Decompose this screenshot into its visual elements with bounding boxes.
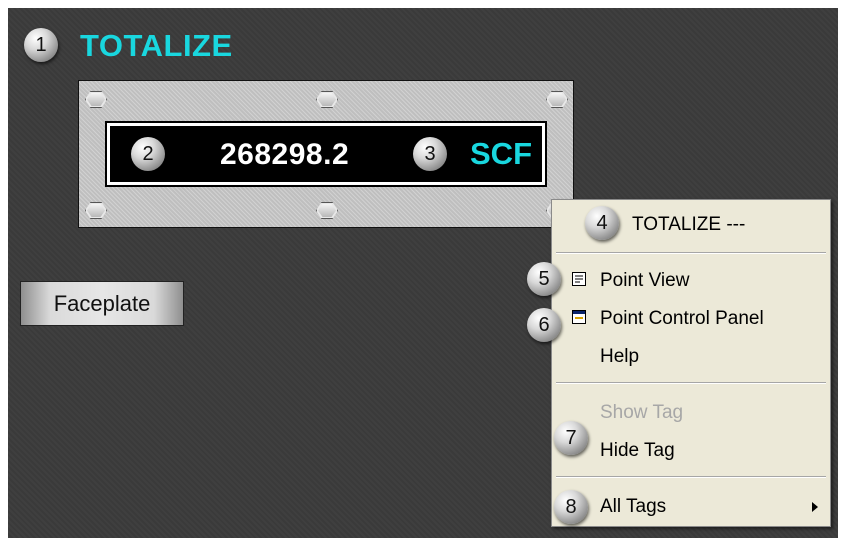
callout-marker-3: 3 (413, 137, 447, 171)
bolt-icon (85, 91, 107, 108)
faceplate-button[interactable]: Faceplate (20, 281, 184, 326)
context-menu: TOTALIZE --- Point View Point Control Pa… (551, 199, 831, 527)
menu-item-label: Point Control Panel (600, 308, 764, 329)
menu-item-label: Point View (600, 270, 690, 291)
menu-separator (556, 252, 826, 254)
tag-title: TOTALIZE (80, 28, 233, 63)
menu-item-show-tag: Show Tag (552, 395, 830, 429)
menu-item-help[interactable]: Help (552, 339, 830, 373)
engineering-units: SCF (470, 136, 532, 171)
menu-separator (556, 476, 826, 478)
control-panel-icon (572, 310, 586, 324)
menu-separator (556, 382, 826, 384)
menu-item-label: Help (600, 346, 640, 367)
bolt-icon (85, 202, 107, 219)
menu-item-point-view[interactable]: Point View (552, 263, 830, 297)
callout-marker-2: 2 (131, 137, 165, 171)
menu-item-label: Hide Tag (600, 440, 675, 461)
callout-marker-4: 4 (585, 206, 619, 240)
menu-item-hide-tag[interactable]: Hide Tag (552, 433, 830, 467)
point-view-icon (572, 272, 586, 286)
value-display: 268298.2 SCF (107, 123, 545, 185)
totalizer-value: 268298.2 (220, 138, 350, 171)
callout-marker-5: 5 (527, 262, 561, 296)
menu-item-label: Show Tag (600, 402, 684, 423)
menu-item-label: All Tags (600, 496, 667, 517)
bolt-icon (546, 91, 568, 108)
menu-item-all-tags[interactable]: All Tags (552, 489, 830, 523)
callout-marker-6: 6 (527, 308, 561, 342)
bolt-icon (316, 91, 338, 108)
callout-marker-7: 7 (554, 421, 588, 455)
callout-marker-8: 8 (554, 490, 588, 524)
callout-marker-1: 1 (24, 28, 58, 62)
bolt-icon (316, 202, 338, 219)
menu-item-point-control-panel[interactable]: Point Control Panel (552, 301, 830, 335)
menu-header-label: TOTALIZE --- (632, 214, 746, 235)
submenu-arrow-icon (812, 502, 818, 512)
